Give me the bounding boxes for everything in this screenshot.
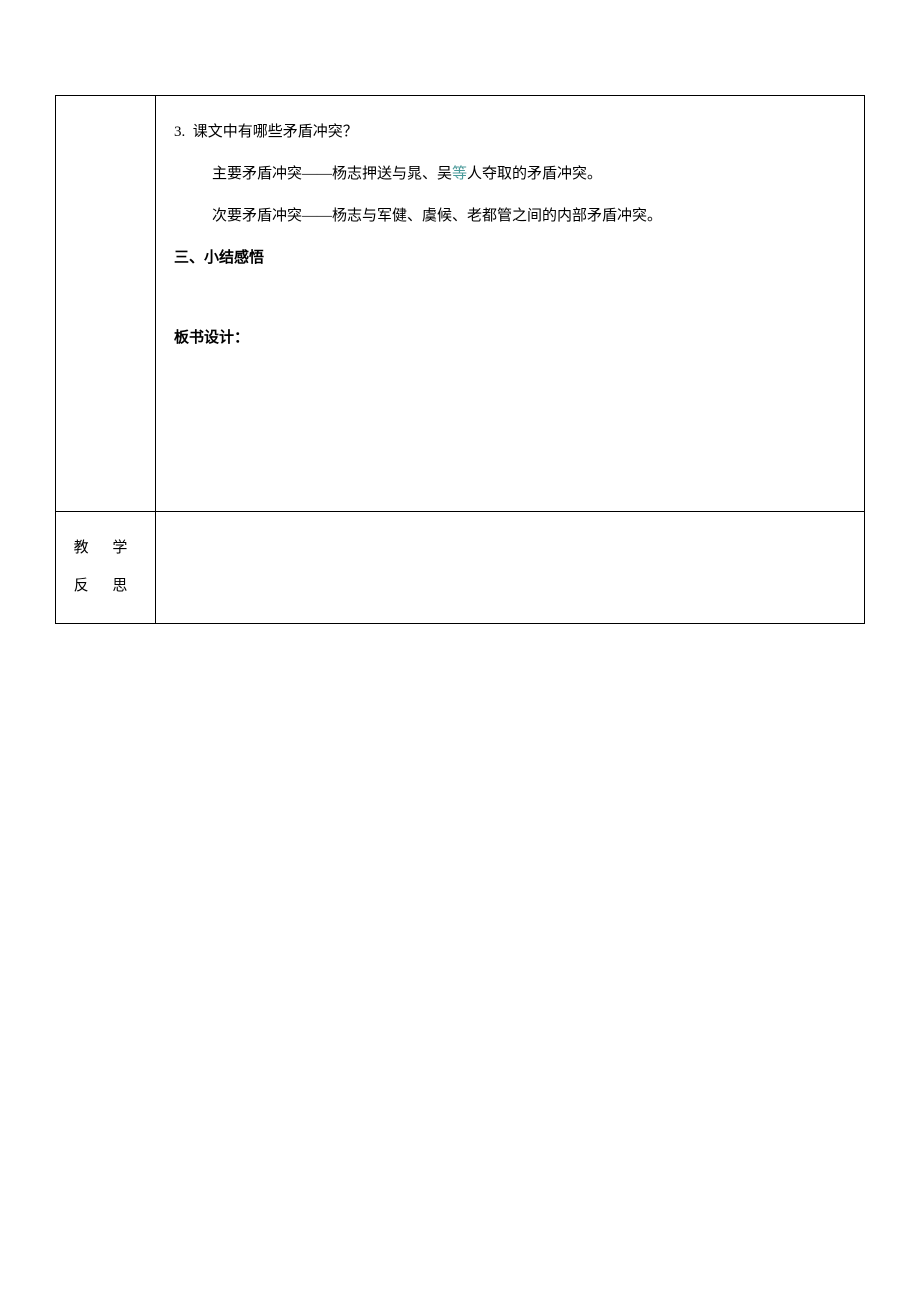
- board-design-label: 板书设计：: [174, 317, 846, 359]
- reflection-char-1: 教: [74, 540, 99, 556]
- reflection-row: 教 学 反 思: [56, 512, 865, 624]
- lesson-plan-table: 3. 课文中有哪些矛盾冲突？ 主要矛盾冲突——杨志押送与晁、吴等人夺取的矛盾冲突…: [55, 95, 865, 624]
- answer1-suffix: 人夺取的矛盾冲突。: [467, 166, 602, 182]
- reflection-char-4: 思: [112, 578, 137, 594]
- answer-line-2: 次要矛盾冲突——杨志与军健、虞候、老都管之间的内部矛盾冲突。: [212, 195, 846, 237]
- answer1-prefix: 主要矛盾冲突——杨志押送与晁、吴: [212, 166, 452, 182]
- answer1-teal: 等: [452, 166, 467, 182]
- question-line: 3. 课文中有哪些矛盾冲突？: [174, 111, 846, 153]
- reflection-char-2: 学: [112, 540, 137, 556]
- content-label-cell: [56, 96, 156, 512]
- section-heading: 三、小结感悟: [174, 237, 846, 279]
- reflection-body-cell: [156, 512, 865, 624]
- reflection-label-cell: 教 学 反 思: [56, 512, 156, 624]
- answer-line-1: 主要矛盾冲突——杨志押送与晁、吴等人夺取的矛盾冲突。: [212, 153, 846, 195]
- reflection-label: 教 学 反 思: [61, 530, 150, 605]
- content-row: 3. 课文中有哪些矛盾冲突？ 主要矛盾冲突——杨志押送与晁、吴等人夺取的矛盾冲突…: [56, 96, 865, 512]
- content-body-cell: 3. 课文中有哪些矛盾冲突？ 主要矛盾冲突——杨志押送与晁、吴等人夺取的矛盾冲突…: [156, 96, 865, 512]
- question-text: 课文中有哪些矛盾冲突？: [193, 124, 358, 140]
- reflection-char-3: 反: [74, 578, 99, 594]
- question-number: 3.: [174, 124, 185, 140]
